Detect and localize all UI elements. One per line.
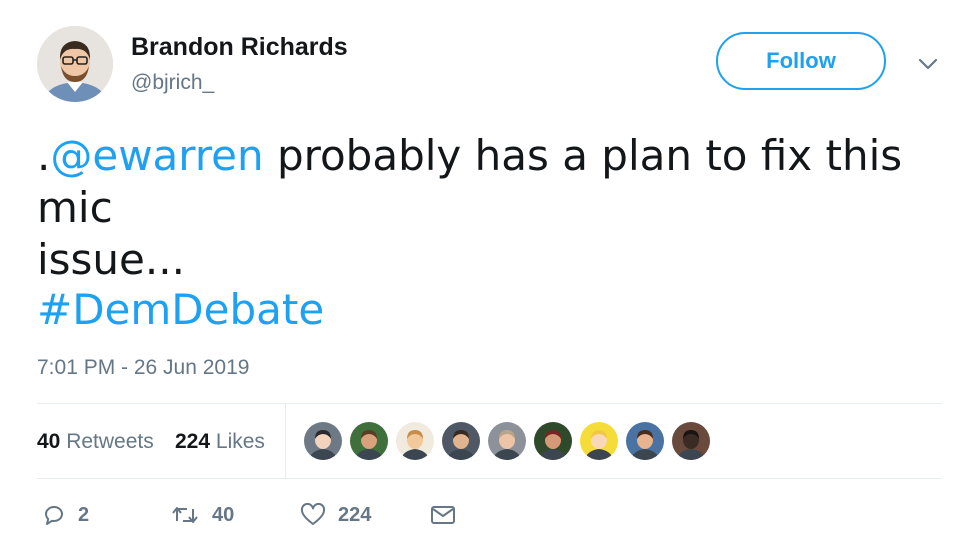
reply-icon xyxy=(42,503,66,527)
direct-message-button[interactable] xyxy=(430,503,456,527)
liker-avatar[interactable] xyxy=(442,422,480,460)
liker-avatar[interactable] xyxy=(350,422,388,460)
tweet-text-line2: issue... xyxy=(37,235,185,284)
liker-avatar[interactable] xyxy=(534,422,572,460)
divider xyxy=(285,404,286,478)
likes-stat[interactable]: 224 Likes xyxy=(175,430,265,454)
retweets-label: Retweets xyxy=(66,430,154,453)
mention-link[interactable]: @ewarren xyxy=(50,131,263,180)
tweet-timestamp[interactable]: 7:01 PM - 26 Jun 2019 xyxy=(37,356,249,380)
like-button[interactable]: 224 xyxy=(300,503,371,527)
divider xyxy=(37,478,942,479)
retweet-button[interactable]: 40 xyxy=(170,503,234,527)
hashtag-link[interactable]: #DemDebate xyxy=(37,284,324,336)
user-display-name[interactable]: Brandon Richards xyxy=(131,33,348,62)
user-avatar[interactable] xyxy=(37,26,113,102)
liker-avatar[interactable] xyxy=(304,422,342,460)
envelope-icon xyxy=(430,503,456,527)
likes-count: 224 xyxy=(175,430,211,453)
liker-avatar[interactable] xyxy=(396,422,434,460)
retweets-count: 40 xyxy=(37,430,61,453)
retweets-stat[interactable]: 40 Retweets xyxy=(37,430,154,454)
liker-avatar[interactable] xyxy=(672,422,710,460)
likes-label: Likes xyxy=(215,430,265,453)
liker-avatar[interactable] xyxy=(626,422,664,460)
like-count: 224 xyxy=(338,503,372,526)
liker-avatar[interactable] xyxy=(488,422,526,460)
reply-count: 2 xyxy=(78,503,90,526)
liker-avatar[interactable] xyxy=(580,422,618,460)
divider xyxy=(37,403,942,404)
liker-avatars xyxy=(304,422,710,460)
chevron-down-icon[interactable] xyxy=(914,53,942,75)
retweet-count: 40 xyxy=(212,503,235,526)
tweet-prefix: . xyxy=(37,131,51,180)
follow-button[interactable]: Follow xyxy=(716,32,886,90)
tweet-text: .@ewarren probably has a plan to fix thi… xyxy=(37,130,957,286)
user-handle[interactable]: @bjrich_ xyxy=(131,71,214,95)
heart-icon xyxy=(300,503,326,527)
retweet-icon xyxy=(170,503,200,527)
reply-button[interactable]: 2 xyxy=(42,503,89,527)
